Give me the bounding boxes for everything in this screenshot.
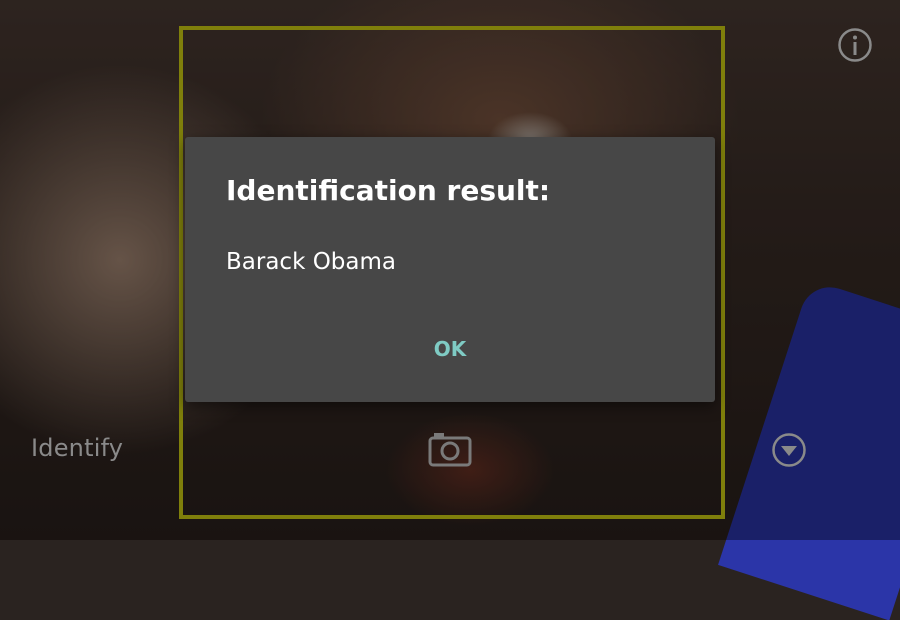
identification-result-dialog: Identification result: Barack Obama OK: [185, 137, 715, 402]
identified-person-name: Barack Obama: [226, 249, 396, 275]
ok-button[interactable]: OK: [185, 327, 715, 371]
camera-icon[interactable]: [428, 431, 472, 467]
background-object: [718, 279, 900, 620]
identify-button[interactable]: Identify: [31, 434, 123, 462]
info-icon[interactable]: [837, 27, 873, 63]
dialog-title: Identification result:: [226, 174, 551, 207]
chevron-down-circle-icon[interactable]: [771, 432, 807, 468]
